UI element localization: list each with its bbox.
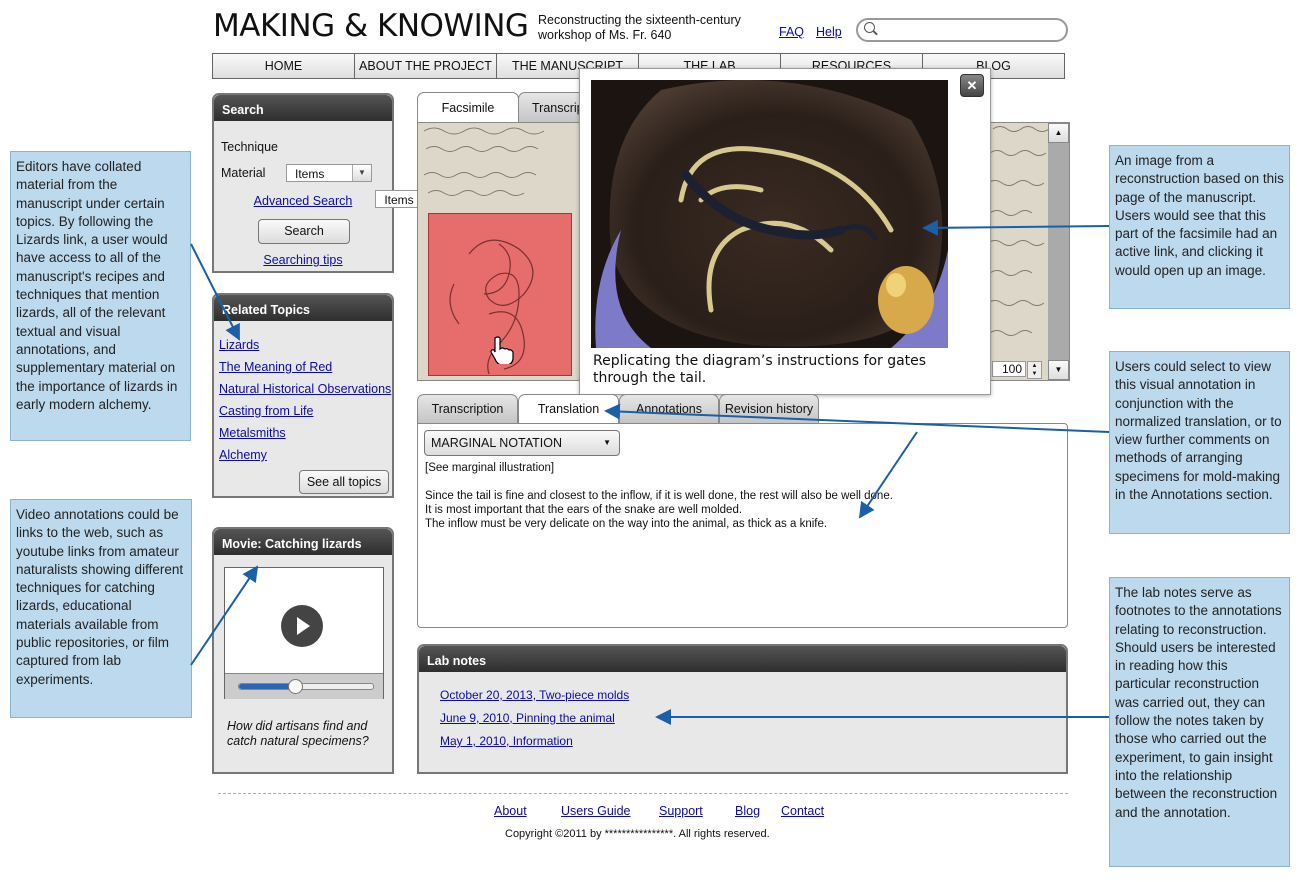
footer-users-guide[interactable]: Users Guide [561,804,630,818]
video-player[interactable] [224,567,384,699]
play-button[interactable] [281,605,323,647]
advanced-search-link[interactable]: Advanced Search [214,194,392,208]
translation-line: It is most important that the ears of th… [425,504,743,516]
faq-link[interactable]: FAQ [779,25,804,39]
translation-line: [See marginal illustration] [425,462,555,474]
tab-facsimile[interactable]: Facsimile [417,92,519,124]
lizard-mold-photo [591,80,948,348]
technique-select[interactable]: Items ▼ [286,164,372,182]
searching-tips-link[interactable]: Searching tips [214,253,392,267]
note-related-topics: Editors have collated material from the … [10,151,191,441]
tab-revision-history[interactable]: Revision history [719,394,819,424]
lab-note-link[interactable]: June 9, 2010, Pinning the animal [440,711,615,725]
topic-link[interactable]: Metalsmiths [219,426,286,440]
see-all-topics-button[interactable]: See all topics [299,470,389,494]
translation-panel: MARGINAL NOTATION ▼ [See marginal illustr… [417,423,1068,628]
footer-support[interactable]: Support [659,804,703,818]
note-translation: Users could select to view this visual a… [1109,351,1290,534]
video-controls [225,673,383,699]
site-title[interactable]: MAKING & KNOWING [213,8,529,44]
video-progress-track[interactable] [238,679,374,694]
tab-transcription[interactable]: Transcription [417,394,518,424]
topic-link[interactable]: Natural Historical Observations [219,382,391,396]
chevron-down-icon: ▼ [352,165,371,181]
tab-translation[interactable]: Translation [518,394,619,425]
footer-about[interactable]: About [494,804,527,818]
topic-link[interactable]: Casting from Life [219,404,313,418]
zoom-stepper[interactable]: ▲ ▼ [1027,361,1042,379]
play-icon [297,617,310,635]
help-link[interactable]: Help [816,25,842,39]
topic-link[interactable]: Lizards [219,338,259,352]
nav-about[interactable]: ABOUT THE PROJECT [355,54,497,78]
zoom-input[interactable]: 100 [992,361,1026,377]
note-video: Video annotations could be links to the … [10,499,192,718]
scroll-down-icon[interactable]: ▼ [1048,360,1069,380]
topic-link[interactable]: The Meaning of Red [219,360,332,374]
scroll-up-icon[interactable]: ▲ [1048,123,1069,143]
popup-caption: Replicating the diagram’s instructions f… [593,353,927,386]
hand-cursor-icon [490,336,514,364]
search-panel: Search Technique Items▼ Material Items▼ … [212,93,462,273]
site-tagline: Reconstructing the sixteenth-century wor… [538,13,741,42]
note-lab-notes: The lab notes serve as footnotes to the … [1109,577,1290,867]
lab-notes-title: Lab notes [419,646,1066,672]
video-scrubber-handle[interactable] [288,679,304,694]
related-topics-title: Related Topics [214,295,392,321]
topic-link[interactable]: Alchemy [219,448,267,462]
site-search-input[interactable] [856,18,1068,42]
note-image: An image from a reconstruction based on … [1109,145,1290,309]
search-button[interactable]: Search [258,219,350,244]
copyright: Copyright ©2011 by ****************. All… [505,828,770,840]
search-icon [864,22,875,33]
notation-dropdown[interactable]: MARGINAL NOTATION ▼ [424,430,620,456]
reconstruction-image [591,80,948,348]
footer-contact[interactable]: Contact [781,804,824,818]
search-panel-title: Search [214,95,392,121]
related-topics-panel: Related Topics Lizards The Meaning of Re… [212,293,394,498]
translation-text: [See marginal illustration] Since the ta… [425,461,893,531]
lab-notes-panel: Lab notes October 20, 2013, Two-piece mo… [417,644,1068,774]
translation-line [425,475,893,489]
footer-divider [218,793,1068,794]
movie-panel-title: Movie: Catching lizards [214,529,392,555]
lab-note-link[interactable]: May 1, 2010, Information [440,734,573,748]
lab-note-link[interactable]: October 20, 2013, Two-piece molds [440,688,629,702]
notation-dropdown-value: MARGINAL NOTATION [431,436,563,450]
movie-caption: How did artisans find and catch natural … [227,719,369,748]
translation-line: The inflow must be very delicate on the … [425,518,828,530]
movie-panel: Movie: Catching lizards How did artisans… [212,527,394,774]
close-icon[interactable]: ✕ [960,74,984,97]
nav-home[interactable]: HOME [213,54,355,78]
translation-line: Since the tail is fine and closest to th… [425,490,893,502]
technique-label: Technique [221,140,278,154]
image-popup: ✕ Replicating the diagram’s instructions… [579,68,991,395]
footer-blog[interactable]: Blog [735,804,760,818]
material-label: Material [221,166,266,180]
tab-annotations[interactable]: Annotations [619,394,719,424]
video-progress-fill [239,684,296,689]
technique-value: Items [295,167,325,181]
chevron-down-icon: ▼ [603,438,611,447]
